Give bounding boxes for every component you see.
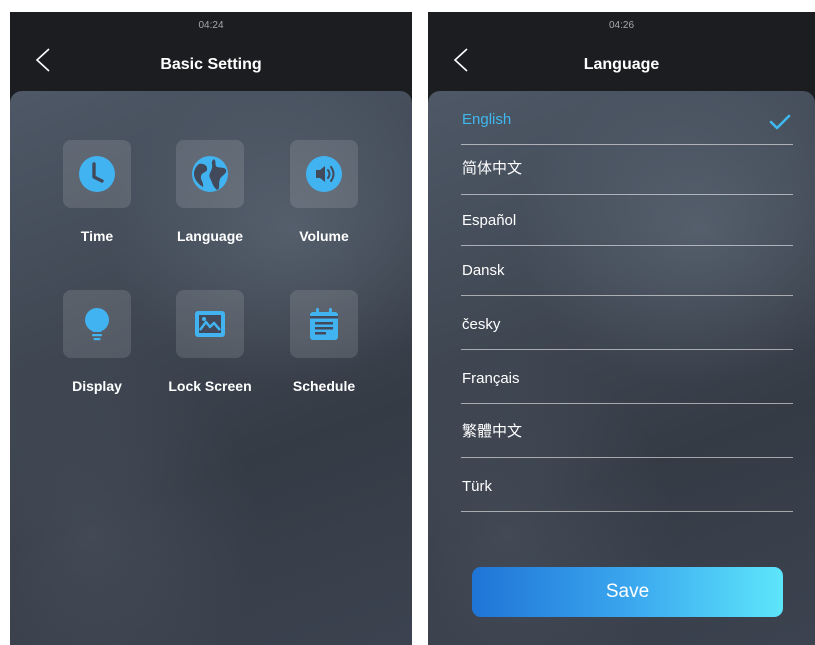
- language-option-label: 繁體中文: [462, 423, 523, 440]
- language-option-label: Español: [462, 212, 517, 229]
- schedule-tile[interactable]: Schedule: [269, 290, 379, 394]
- globe-icon: [192, 156, 228, 192]
- page-title: Basic Setting: [160, 56, 262, 73]
- basic-setting-screen: 04:24 Basic Setting Time Language Volume…: [10, 12, 412, 645]
- page-title: Language: [583, 56, 660, 73]
- time-tile-box: [63, 140, 131, 208]
- clock-icon: [79, 156, 115, 192]
- language-option-spanish[interactable]: Español: [461, 195, 793, 246]
- language-option-czech[interactable]: česky: [461, 296, 793, 350]
- language-option-label: Français: [462, 370, 520, 387]
- volume-tile-box: [290, 140, 358, 208]
- language-option-label: English: [462, 111, 512, 128]
- status-bar-time: 04:26: [608, 20, 635, 31]
- time-label: Time: [80, 228, 114, 244]
- settings-panel: Time Language Volume Display Lock Screen…: [10, 91, 412, 645]
- save-button[interactable]: Save: [472, 567, 783, 617]
- display-tile-box: [63, 290, 131, 358]
- language-option-label: česky: [462, 316, 501, 333]
- display-label: Display: [72, 378, 122, 394]
- language-option-danish[interactable]: Dansk: [461, 246, 793, 296]
- lightbulb-icon: [85, 308, 109, 341]
- lock-screen-label: Lock Screen: [168, 378, 252, 394]
- time-tile[interactable]: Time: [42, 140, 152, 244]
- status-bar-time: 04:24: [198, 20, 224, 31]
- checkmark-icon: [769, 114, 791, 130]
- language-option-label: Dansk: [462, 262, 505, 279]
- language-option-label: Türk: [462, 478, 492, 495]
- volume-tile[interactable]: Volume: [269, 140, 379, 244]
- language-option-turkish[interactable]: Türk: [461, 458, 793, 512]
- schedule-tile-box: [290, 290, 358, 358]
- speaker-icon: [306, 156, 342, 192]
- language-tile-box: [176, 140, 244, 208]
- language-option-french[interactable]: Français: [461, 350, 793, 404]
- volume-label: Volume: [299, 228, 349, 244]
- lock-screen-tile-box: [176, 290, 244, 358]
- display-tile[interactable]: Display: [42, 290, 152, 394]
- language-option-traditional-chinese[interactable]: 繁體中文: [461, 404, 793, 458]
- lock-screen-tile[interactable]: Lock Screen: [155, 290, 265, 394]
- language-screen: 04:26 Language English 简体中文 Español Dans…: [428, 12, 815, 645]
- schedule-label: Schedule: [292, 378, 356, 394]
- language-option-simplified-chinese[interactable]: 简体中文: [461, 145, 793, 195]
- language-option-english[interactable]: English: [461, 92, 793, 145]
- image-icon: [195, 311, 225, 337]
- language-label: Language: [176, 228, 244, 244]
- language-tile[interactable]: Language: [155, 140, 265, 244]
- language-option-label: 简体中文: [462, 160, 523, 177]
- calendar-icon: [310, 308, 338, 340]
- language-list: English 简体中文 Español Dansk česky Françai…: [461, 92, 793, 512]
